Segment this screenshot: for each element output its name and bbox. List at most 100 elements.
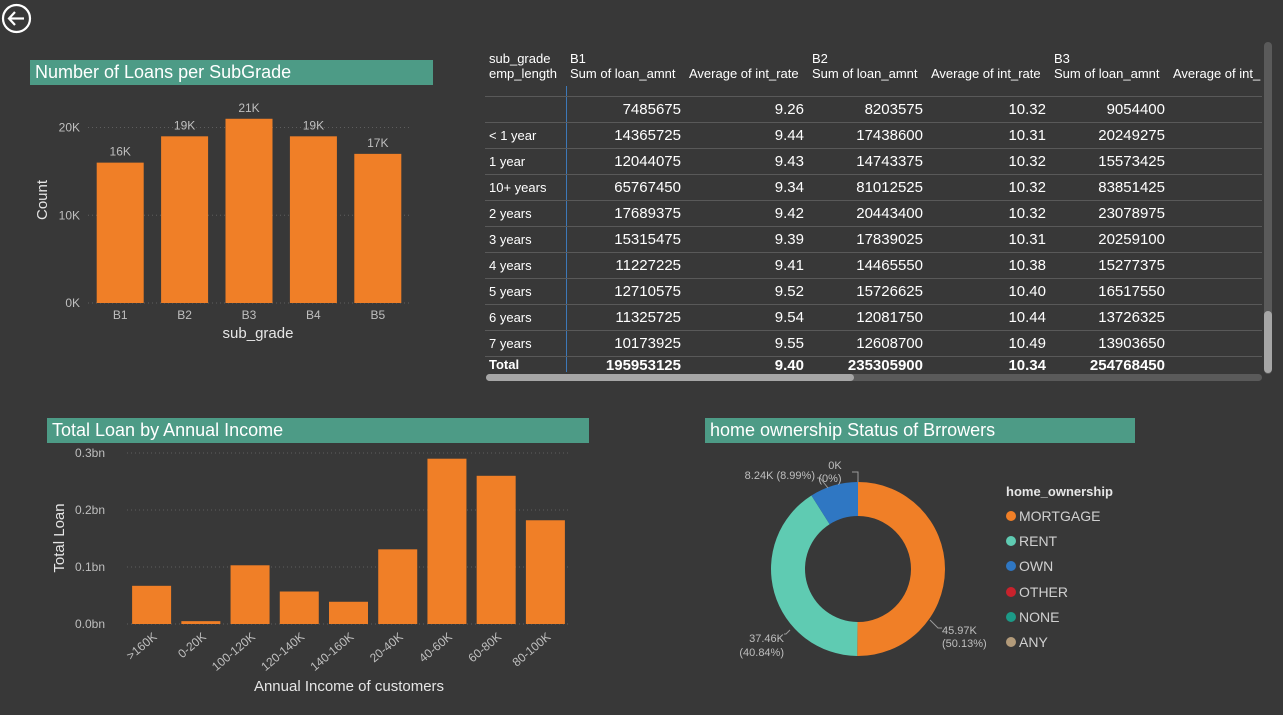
- matrix-row-label[interactable]: 10+ years: [485, 174, 567, 201]
- matrix-cell[interactable]: 9.41: [685, 252, 808, 279]
- bar[interactable]: [525, 520, 565, 624]
- matrix-row-label[interactable]: Total: [485, 356, 567, 372]
- matrix-column-header[interactable]: Average of int_rate: [927, 66, 1050, 86]
- bar[interactable]: [181, 621, 221, 624]
- matrix-row[interactable]: 2 years 17689375 9.42 20443400 10.32 23078975…: [485, 200, 1262, 227]
- bar[interactable]: [378, 549, 418, 624]
- loan-matrix[interactable]: sub_grade B1 B2 B3 emp_length Sum of loa…: [485, 42, 1262, 372]
- matrix-cell[interactable]: 9.43: [685, 148, 808, 175]
- matrix-column-header[interactable]: Sum of loan_amnt: [808, 66, 927, 86]
- bar[interactable]: [427, 458, 467, 624]
- matrix-cell[interactable]: 11: [1169, 148, 1262, 175]
- matrix-column-header[interactable]: Average of int_: [1169, 66, 1262, 86]
- matrix-cell[interactable]: 17839025: [808, 226, 927, 253]
- matrix-cell[interactable]: 11: [1169, 278, 1262, 305]
- matrix-cell[interactable]: 10.32: [927, 148, 1050, 175]
- matrix-cell[interactable]: 20249275: [1050, 122, 1169, 149]
- legend-item-other[interactable]: OTHER: [1006, 579, 1206, 604]
- matrix-row[interactable]: 4 years 11227225 9.41 14465550 10.38 15277375…: [485, 252, 1262, 279]
- matrix-cell[interactable]: 20443400: [808, 200, 927, 227]
- matrix-cell[interactable]: 7485675: [566, 96, 685, 123]
- matrix-total-row[interactable]: Total 195953125 9.40 235305900 10.34 25476845…: [485, 356, 1262, 373]
- matrix-cell[interactable]: 9.42: [685, 200, 808, 227]
- matrix-cell[interactable]: 9.40: [685, 357, 808, 372]
- legend-item-any[interactable]: ANY: [1006, 629, 1206, 654]
- matrix-cell[interactable]: 10.32: [927, 174, 1050, 201]
- matrix-row-label[interactable]: 6 years: [485, 304, 567, 331]
- matrix-cell[interactable]: 13726325: [1050, 304, 1169, 331]
- matrix-row[interactable]: 1 year120440759.431474337510.32155734251…: [485, 148, 1262, 175]
- matrix-cell[interactable]: 83851425: [1050, 174, 1169, 201]
- matrix-row-label[interactable]: 1 year: [485, 148, 567, 175]
- matrix-row-label[interactable]: < 1 year: [485, 122, 567, 149]
- matrix-cell[interactable]: 14365725: [566, 122, 685, 149]
- matrix-cell[interactable]: 9.39: [685, 226, 808, 253]
- matrix-cell[interactable]: 11227225: [566, 252, 685, 279]
- bar[interactable]: [476, 475, 516, 624]
- bar[interactable]: [96, 162, 144, 303]
- matrix-cell[interactable]: 9.55: [685, 330, 808, 357]
- matrix-cell[interactable]: 15315475: [566, 226, 685, 253]
- legend-item-none[interactable]: NONE: [1006, 604, 1206, 629]
- matrix-cell[interactable]: 81012525: [808, 174, 927, 201]
- bar[interactable]: [289, 136, 337, 303]
- matrix-cell[interactable]: 10.32: [927, 96, 1050, 123]
- matrix-cell[interactable]: 10.44: [927, 304, 1050, 331]
- legend-item-rent[interactable]: RENT: [1006, 528, 1206, 553]
- matrix-row[interactable]: 6 years 11325725 9.54 12081750 10.44 13726325…: [485, 304, 1262, 331]
- matrix-row-header-emp-length[interactable]: emp_length: [485, 66, 566, 86]
- legend-item-own[interactable]: OWN: [1006, 554, 1206, 579]
- matrix-cell[interactable]: 11: [1169, 357, 1262, 373]
- matrix-cell[interactable]: 15726625: [808, 278, 927, 305]
- matrix-cell[interactable]: 9.26: [685, 96, 808, 123]
- matrix-row-label[interactable]: 4 years: [485, 252, 567, 279]
- matrix-group-header[interactable]: B3: [1050, 42, 1262, 66]
- matrix-cell[interactable]: 10.40: [927, 278, 1050, 305]
- matrix-cell[interactable]: 14743375: [808, 148, 927, 175]
- matrix-cell[interactable]: 235305900: [808, 357, 927, 372]
- matrix-cell[interactable]: 9.44: [685, 122, 808, 149]
- matrix-row[interactable]: 3 years 15315475 9.39 17839025 10.31 20259100…: [485, 226, 1262, 253]
- matrix-row-label[interactable]: 7 years: [485, 330, 567, 357]
- matrix-cell[interactable]: 15573425: [1050, 148, 1169, 175]
- matrix-cell[interactable]: 12608700: [808, 330, 927, 357]
- matrix-cell[interactable]: 12710575: [566, 278, 685, 305]
- matrix-cell[interactable]: 11325725: [566, 304, 685, 331]
- bar[interactable]: [225, 118, 273, 303]
- matrix-cell[interactable]: 23078975: [1050, 200, 1169, 227]
- matrix-cell[interactable]: 10.32: [927, 200, 1050, 227]
- matrix-cell[interactable]: 11: [1169, 330, 1262, 357]
- matrix-cell[interactable]: 9.54: [685, 304, 808, 331]
- matrix-cell[interactable]: 254768450: [1050, 357, 1169, 372]
- matrix-cell[interactable]: 11: [1169, 200, 1262, 227]
- matrix-cell[interactable]: 11: [1169, 96, 1262, 123]
- matrix-row-label[interactable]: 2 years: [485, 200, 567, 227]
- bar[interactable]: [132, 585, 172, 624]
- matrix-cell[interactable]: 11: [1169, 174, 1262, 201]
- bar[interactable]: [329, 601, 368, 624]
- matrix-column-header[interactable]: Sum of loan_amnt: [566, 66, 685, 86]
- matrix-cell[interactable]: 15277375: [1050, 252, 1169, 279]
- matrix-cell[interactable]: 20259100: [1050, 226, 1169, 253]
- matrix-cell[interactable]: 10173925: [566, 330, 685, 357]
- matrix-column-header[interactable]: Sum of loan_amnt: [1050, 66, 1169, 86]
- matrix-row[interactable]: 10+ years 65767450 9.34 81012525 10.32 838514…: [485, 174, 1262, 201]
- matrix-column-header[interactable]: Average of int_rate: [685, 66, 808, 86]
- matrix-cell[interactable]: 10.34: [927, 357, 1050, 372]
- matrix-cell[interactable]: 14465550: [808, 252, 927, 279]
- legend-item-mortgage[interactable]: MORTGAGE: [1006, 503, 1206, 528]
- matrix-cell[interactable]: 10.49: [927, 330, 1050, 357]
- matrix-cell[interactable]: 17689375: [566, 200, 685, 227]
- donut-slice-rent[interactable]: [771, 495, 858, 656]
- bar[interactable]: [230, 565, 270, 624]
- matrix-cell[interactable]: 9.52: [685, 278, 808, 305]
- matrix-cell[interactable]: 11: [1169, 122, 1262, 149]
- matrix-cell[interactable]: 17438600: [808, 122, 927, 149]
- matrix-cell[interactable]: 13903650: [1050, 330, 1169, 357]
- matrix-row-label[interactable]: [485, 96, 567, 123]
- matrix-cell[interactable]: 9.34: [685, 174, 808, 201]
- donut-slice-mortgage[interactable]: [857, 482, 946, 656]
- back-button[interactable]: [1, 3, 32, 34]
- matrix-cell[interactable]: 11: [1169, 304, 1262, 331]
- matrix-row[interactable]: 74856759.26820357510.32905440011: [485, 96, 1262, 123]
